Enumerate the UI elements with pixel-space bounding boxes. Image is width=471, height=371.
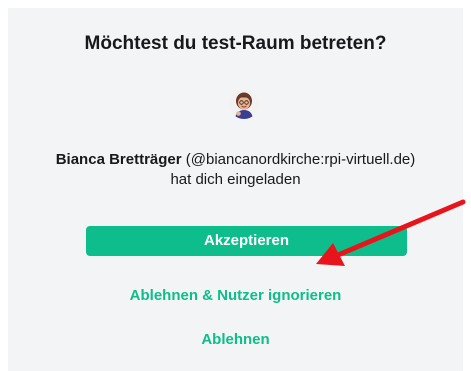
avatar [229,89,259,119]
dialog-title: Möchtest du test-Raum betreten? [84,33,387,54]
accept-button[interactable]: Akzeptieren [86,226,407,256]
invite-screen: Möchtest du test-Raum betreten? Bianca B… [0,0,471,371]
decline-button[interactable]: Ablehnen [0,331,471,348]
inviter-id: (@biancanordkirche:rpi-virtuell.de) [181,151,416,168]
inviter-name: Bianca Bretträger [55,151,182,168]
invite-line-2: hat dich eingeladen [170,171,301,188]
decline-and-ignore-button[interactable]: Ablehnen & Nutzer ignorieren [0,287,471,304]
invite-line-1: Bianca Bretträger (@biancanordkirche:rpi… [0,150,471,170]
invite-text: Bianca Bretträger (@biancanordkirche:rpi… [0,150,471,190]
memoji-avatar-icon [229,89,259,119]
